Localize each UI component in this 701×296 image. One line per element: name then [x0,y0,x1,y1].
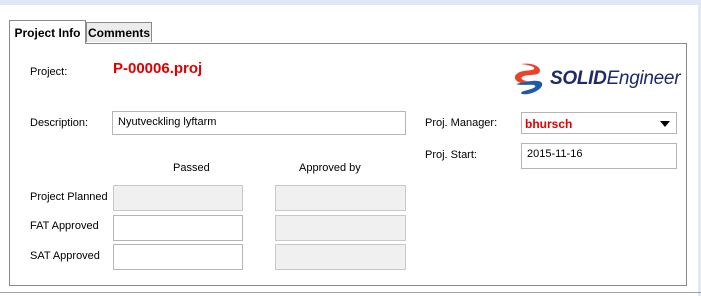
logo-mark-icon [514,63,543,95]
milestone-label-sat-approved: SAT Approved [30,250,100,262]
milestone-label-fat-approved: FAT Approved [30,220,99,232]
logo-wordmark-regular: Engineer [606,68,681,89]
proj-start-label: Proj. Start: [425,149,477,161]
sat-approved-passed-field[interactable] [113,244,243,270]
project-value: P-00006.proj [113,60,203,77]
tab-project-info[interactable]: Project Info [9,20,86,44]
description-label: Description: [30,117,89,129]
fat-approved-passed-field[interactable] [113,215,243,241]
tab-comments[interactable]: Comments [86,22,152,42]
project-label: Project: [30,66,68,78]
milestone-label-project-planned: Project Planned [30,191,108,203]
logo-wordmark-bold: SOLID [550,68,607,89]
logo-wordmark: SOLIDEngineer [550,68,681,90]
project-planned-approved-by-field[interactable] [275,185,406,211]
fat-approved-approved-by-field[interactable] [275,215,406,241]
proj-manager-dropdown[interactable]: bhursch [521,112,677,134]
solidengineer-logo: SOLIDEngineer [512,61,681,97]
proj-start-field[interactable]: 2015-11-16 [521,143,677,169]
description-field[interactable]: Nyutveckling lyftarm [112,111,406,135]
proj-manager-label: Proj. Manager: [425,117,498,129]
tab-comments-label: Comments [87,25,150,40]
proj-manager-value: bhursch [525,117,573,131]
sat-approved-approved-by-field[interactable] [275,244,406,270]
window-top-strip [0,0,701,5]
approved-by-column-header: Approved by [299,162,361,174]
tab-project-info-label: Project Info [14,25,81,40]
dropdown-arrow-icon[interactable] [660,121,670,127]
project-planned-passed-field[interactable] [113,185,243,211]
passed-column-header: Passed [173,162,210,174]
bottom-divider [0,292,701,293]
